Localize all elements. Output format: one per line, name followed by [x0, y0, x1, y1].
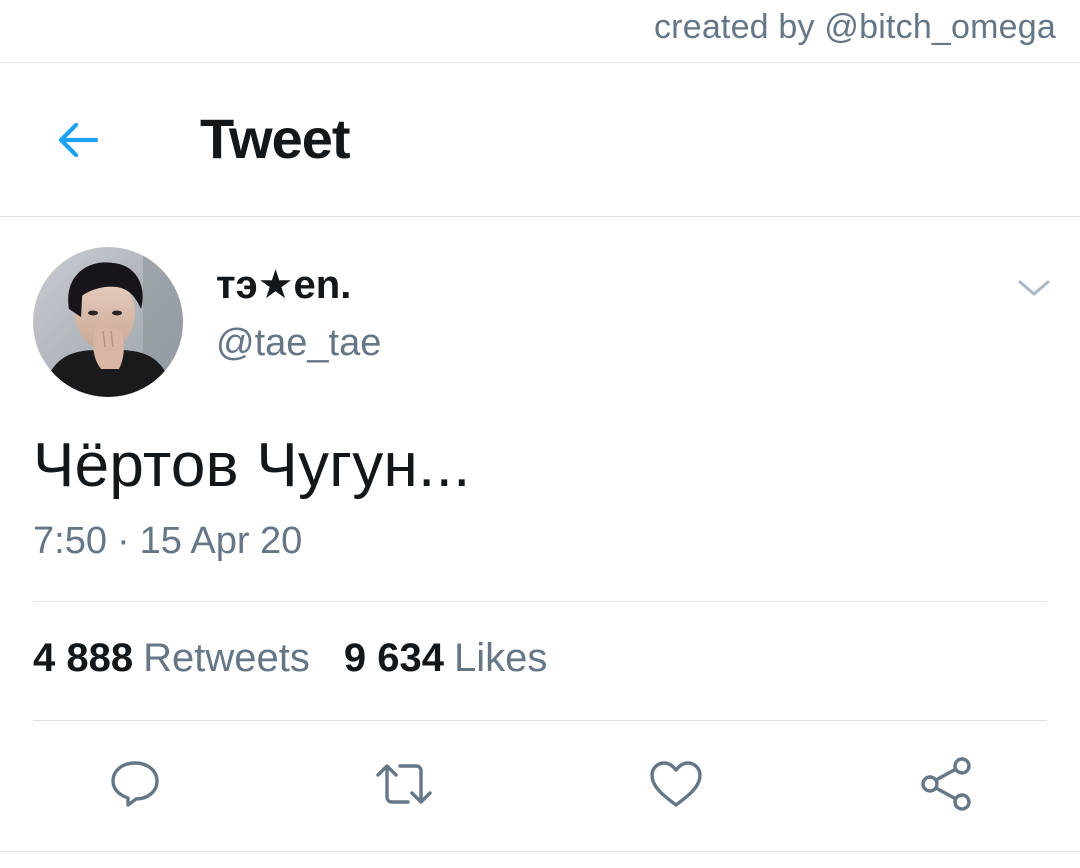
reply-icon: [111, 761, 159, 807]
share-button[interactable]: [914, 754, 978, 814]
page-title: Tweet: [200, 107, 351, 170]
back-button[interactable]: [50, 112, 106, 168]
reply-button[interactable]: [103, 754, 167, 814]
top-divider: [0, 62, 1080, 63]
tweet-detail-page: created by @bitch_omega Tweet тэ★en. @ta…: [0, 0, 1080, 868]
avatar[interactable]: [33, 247, 183, 397]
stats-top-divider: [33, 601, 1047, 602]
timestamp-separator: ·: [116, 520, 130, 562]
retweets-count: 4 888: [33, 636, 134, 680]
like-button[interactable]: [644, 754, 708, 814]
avatar-image: [33, 247, 183, 397]
tweet-timestamp[interactable]: 7:50 · 15 Apr 20: [33, 520, 302, 563]
likes-label: Likes: [453, 636, 548, 680]
likes-stat[interactable]: 9 634 Likes: [344, 636, 548, 681]
retweets-label: Retweets: [143, 636, 310, 680]
arrow-left-icon: [58, 122, 99, 158]
tweet-stats: 4 888 Retweets 9 634 Likes: [33, 636, 547, 681]
header-divider: [0, 216, 1080, 217]
tweet-menu-button[interactable]: [1012, 268, 1056, 308]
likes-count: 9 634: [343, 636, 444, 680]
display-name[interactable]: тэ★en.: [216, 262, 351, 308]
tweet-date: 15 Apr 20: [139, 520, 303, 562]
stats-bottom-divider: [33, 720, 1047, 721]
tweet-time: 7:50: [33, 520, 107, 562]
credit-watermark: created by @bitch_omega: [653, 8, 1056, 46]
retweet-icon: [376, 764, 432, 804]
retweet-button[interactable]: [372, 754, 436, 814]
share-icon: [921, 757, 971, 811]
heart-icon: [650, 761, 702, 807]
chevron-down-icon: [1018, 280, 1050, 296]
user-handle[interactable]: @tae_tae: [216, 322, 381, 365]
tweet-text: Чёртов Чугун...: [33, 431, 471, 500]
retweets-stat[interactable]: 4 888 Retweets: [33, 636, 310, 681]
bottom-divider: [0, 851, 1080, 852]
